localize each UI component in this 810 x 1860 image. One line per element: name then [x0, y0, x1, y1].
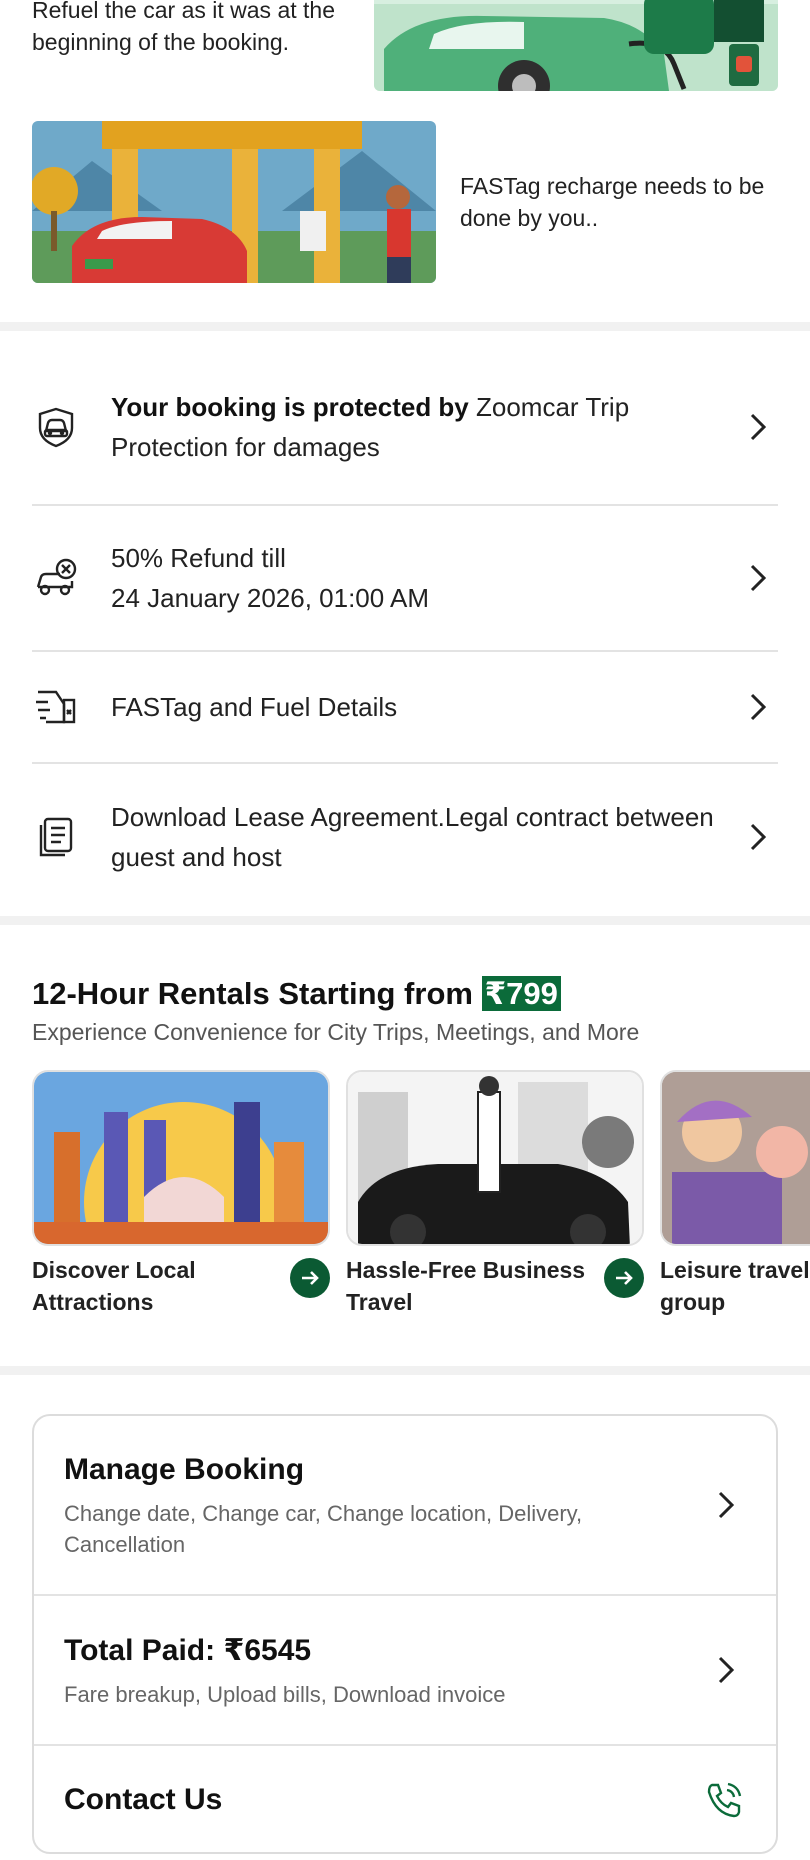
- rentals-header: 12-Hour Rentals Starting from ₹799 Exper…: [32, 972, 810, 1048]
- refund-line-2: 24 January 2026, 01:00 AM: [111, 583, 430, 613]
- trip-protection-row[interactable]: Your booking is protected by Zoomcar Tri…: [32, 350, 778, 506]
- fuel-tip: Refuel the car as it was at the beginnin…: [32, 0, 778, 98]
- booking-info-list: Your booking is protected by Zoomcar Tri…: [32, 350, 778, 910]
- chevron-right-icon: [706, 1485, 746, 1525]
- refund-text: 50% Refund till 24 January 2026, 01:00 A…: [111, 538, 738, 618]
- rental-card[interactable]: Hassle-Free Business Travel: [346, 1070, 644, 1318]
- chevron-right-icon: [738, 558, 778, 598]
- manage-booking-row[interactable]: Manage Booking Change date, Change car, …: [34, 1416, 776, 1596]
- leisure-travel-image: [660, 1070, 810, 1246]
- lease-agreement-text: Download Lease Agreement.Legal contract …: [111, 802, 714, 872]
- fuel-tip-text: Refuel the car as it was at the beginnin…: [32, 0, 335, 55]
- trip-protection-text: Your booking is protected by Zoomcar Tri…: [111, 387, 738, 467]
- manage-booking-card: Manage Booking Change date, Change car, …: [32, 1414, 778, 1854]
- total-paid-row[interactable]: Total Paid: ₹6545 Fare breakup, Upload b…: [34, 1596, 776, 1746]
- arrow-right-icon[interactable]: [290, 1258, 330, 1298]
- chevron-right-icon: [706, 1650, 746, 1690]
- total-paid-subtitle: Fare breakup, Upload bills, Download inv…: [64, 1681, 506, 1707]
- arrow-right-icon[interactable]: [604, 1258, 644, 1298]
- rental-card-label: Hassle-Free Business Travel: [346, 1257, 586, 1315]
- rental-card-label: Leisure travel with your group: [660, 1257, 810, 1315]
- rentals-subtitle: Experience Convenience for City Trips, M…: [32, 1019, 640, 1045]
- document-icon: [32, 813, 80, 861]
- section-divider: [0, 1366, 810, 1375]
- rental-card[interactable]: Leisure travel with your group: [660, 1070, 810, 1318]
- phone-call-icon[interactable]: [702, 1778, 746, 1822]
- rental-card-label: Discover Local Attractions: [32, 1257, 196, 1315]
- rental-card[interactable]: Discover Local Attractions: [32, 1070, 330, 1318]
- rentals-carousel[interactable]: Discover Local Attractions Hassle-Free B…: [32, 1070, 810, 1320]
- business-travel-image: [346, 1070, 644, 1246]
- rentals-title: 12-Hour Rentals Starting from ₹799: [32, 972, 810, 1016]
- fastag-fuel-row[interactable]: FASTag and Fuel Details: [32, 652, 778, 764]
- trip-protection-bold: Your booking is protected by: [111, 392, 469, 422]
- chevron-right-icon: [738, 407, 778, 447]
- fastag-tip-text: FASTag recharge needs to be done by you.…: [460, 173, 765, 231]
- fastag-illustration: [32, 121, 436, 283]
- fastag-fuel-text: FASTag and Fuel Details: [111, 692, 398, 722]
- contact-us-row[interactable]: Contact Us: [34, 1746, 776, 1852]
- local-attractions-image: [32, 1070, 330, 1246]
- car-cancel-icon: [32, 554, 80, 602]
- fuel-car-icon: [32, 683, 80, 731]
- chevron-right-icon: [738, 687, 778, 727]
- section-divider: [0, 322, 810, 331]
- fastag-tip: FASTag recharge needs to be done by you.…: [32, 121, 778, 283]
- chevron-right-icon: [738, 817, 778, 857]
- car-shield-icon: [32, 403, 80, 451]
- lease-agreement-row[interactable]: Download Lease Agreement.Legal contract …: [32, 764, 778, 910]
- total-paid-title: Total Paid: ₹6545: [64, 1633, 312, 1667]
- manage-booking-subtitle: Change date, Change car, Change location…: [64, 1501, 583, 1557]
- section-divider: [0, 916, 810, 925]
- refund-line-1: 50% Refund till: [111, 543, 286, 573]
- refund-row[interactable]: 50% Refund till 24 January 2026, 01:00 A…: [32, 506, 778, 652]
- rentals-title-text: 12-Hour Rentals Starting from: [32, 976, 482, 1011]
- fuel-illustration: [374, 0, 778, 91]
- manage-booking-title: Manage Booking: [64, 1453, 305, 1486]
- contact-us-title: Contact Us: [64, 1783, 223, 1816]
- rentals-price: ₹799: [481, 976, 561, 1011]
